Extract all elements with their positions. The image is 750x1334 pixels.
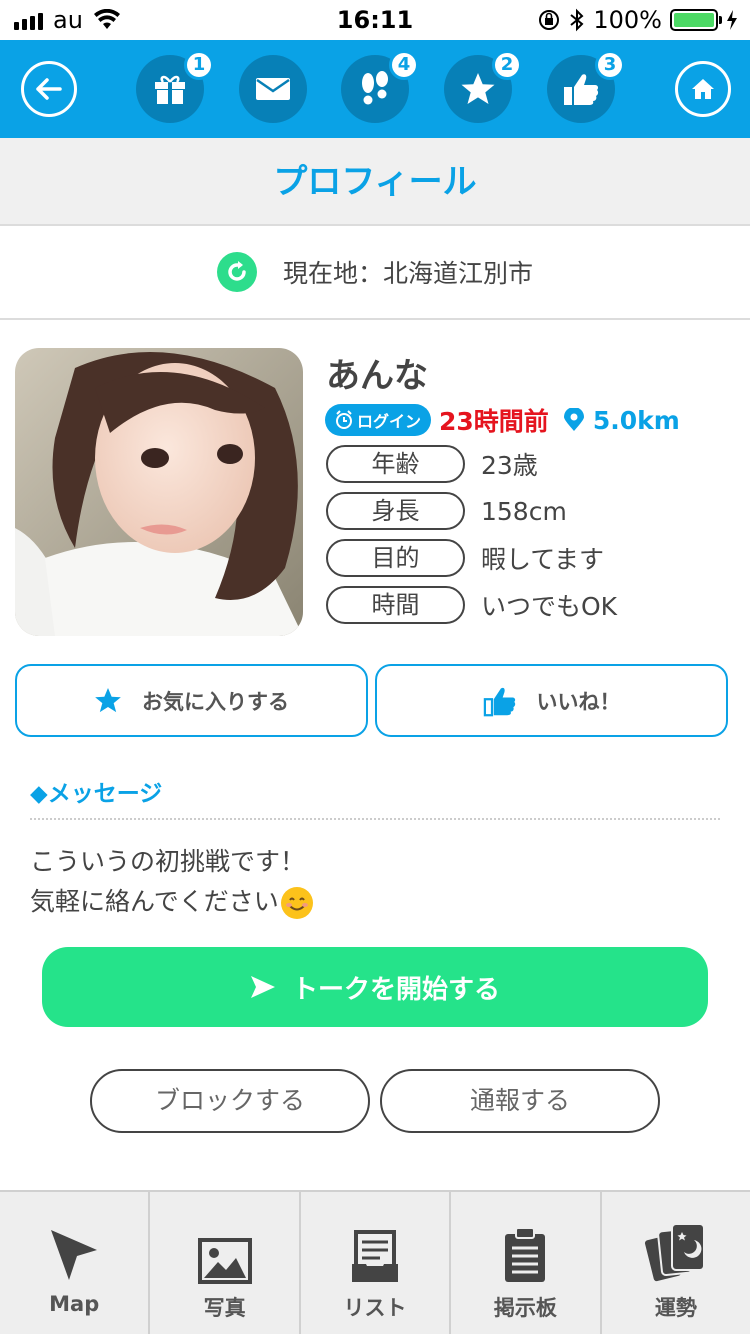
star-icon bbox=[461, 73, 495, 104]
home-button[interactable] bbox=[675, 61, 731, 117]
favorites-button[interactable]: 2 bbox=[444, 50, 522, 123]
tab-label: Map bbox=[49, 1292, 100, 1316]
attr-height: 身長 158cm bbox=[326, 492, 726, 530]
login-label: ログイン bbox=[357, 412, 422, 431]
attr-value: 23歳 bbox=[481, 451, 538, 480]
status-bar: au 16:11 100% bbox=[0, 0, 750, 40]
footprints-badge: 4 bbox=[392, 53, 416, 77]
back-button[interactable] bbox=[21, 61, 77, 117]
message-line: こういうの初挑戦です！ bbox=[30, 847, 306, 876]
favorite-button[interactable]: お気に入りする bbox=[15, 664, 368, 737]
tarot-cards-icon bbox=[643, 1223, 705, 1284]
battery-icon bbox=[670, 9, 722, 31]
tab-photos[interactable]: 写真 bbox=[150, 1192, 301, 1334]
attr-key: 時間 bbox=[326, 586, 465, 624]
block-button[interactable]: ブロックする bbox=[90, 1069, 370, 1133]
charging-icon bbox=[727, 10, 737, 30]
report-button[interactable]: 通報する bbox=[380, 1069, 660, 1133]
attr-key: 目的 bbox=[326, 539, 465, 577]
attr-key: 身長 bbox=[326, 492, 465, 530]
top-toolbar: 1 4 2 3 bbox=[0, 40, 750, 138]
attr-value: いつでもOK bbox=[481, 592, 618, 621]
battery-percent: 100% bbox=[593, 6, 662, 34]
clipboard-icon bbox=[505, 1227, 546, 1282]
likes-badge: 3 bbox=[598, 53, 622, 77]
list-tray-icon bbox=[352, 1230, 399, 1282]
last-login-time: 23時間前 bbox=[439, 407, 549, 436]
favorites-badge: 2 bbox=[495, 53, 519, 77]
cursor-arrow-icon bbox=[51, 1230, 98, 1280]
tab-board[interactable]: 掲示板 bbox=[451, 1192, 602, 1334]
attr-value: 158cm bbox=[481, 496, 567, 526]
gift-icon bbox=[155, 75, 185, 104]
like-label: いいね！ bbox=[536, 689, 621, 714]
profile-photo[interactable] bbox=[15, 348, 303, 636]
footprints-icon bbox=[362, 71, 388, 105]
tab-list[interactable]: リスト bbox=[301, 1192, 452, 1334]
home-icon bbox=[692, 79, 714, 99]
login-badge: ログイン bbox=[325, 404, 432, 436]
distance: 5.0km bbox=[563, 406, 680, 435]
orientation-lock-icon bbox=[539, 10, 560, 30]
mail-button[interactable] bbox=[239, 55, 307, 123]
thumbs-up-icon bbox=[483, 687, 515, 716]
arrow-left-icon bbox=[36, 78, 62, 100]
attr-key: 年齢 bbox=[326, 445, 465, 483]
location-row[interactable]: 現在地：北海道江別市 bbox=[0, 226, 750, 320]
message-section-title: ◆メッセージ bbox=[30, 781, 163, 807]
divider bbox=[30, 818, 720, 820]
distance-value: 5.0km bbox=[592, 405, 680, 435]
star-icon bbox=[95, 688, 121, 713]
gift-button[interactable]: 1 bbox=[136, 50, 214, 123]
refresh-icon[interactable] bbox=[216, 252, 257, 292]
tab-label: リスト bbox=[343, 1296, 407, 1320]
bluetooth-icon bbox=[570, 8, 584, 32]
smile-emoji-icon bbox=[280, 887, 313, 919]
location-pin-icon bbox=[563, 408, 584, 431]
favorite-label: お気に入りする bbox=[142, 689, 289, 714]
attr-purpose: 目的 暇してます bbox=[326, 539, 726, 577]
profile-name: あんな bbox=[326, 356, 428, 396]
attr-value: 暇してます bbox=[481, 545, 605, 574]
tab-label: 写真 bbox=[203, 1296, 246, 1320]
tab-map[interactable]: Map bbox=[0, 1192, 151, 1334]
location-text: 現在地：北海道江別市 bbox=[282, 259, 533, 288]
start-talk-button[interactable]: トークを開始する bbox=[42, 947, 708, 1027]
attr-age: 年齢 23歳 bbox=[326, 445, 726, 483]
login-status: ログイン 23時間前 5.0km bbox=[325, 402, 680, 438]
attr-time: 時間 いつでもOK bbox=[326, 586, 726, 624]
mail-icon bbox=[256, 78, 290, 100]
page-title: プロフィール bbox=[0, 138, 750, 226]
start-talk-label: トークを開始する bbox=[291, 974, 500, 1005]
gift-badge: 1 bbox=[187, 53, 211, 77]
bottom-tab-bar: Map 写真 リスト 掲示板 運勢 bbox=[0, 1190, 750, 1334]
tab-label: 掲示板 bbox=[493, 1296, 557, 1320]
footprints-button[interactable]: 4 bbox=[341, 50, 419, 123]
send-icon bbox=[250, 976, 275, 998]
alarm-clock-icon bbox=[336, 410, 352, 429]
like-button[interactable]: いいね！ bbox=[375, 664, 728, 737]
message-line: 気軽に絡んでください bbox=[30, 887, 279, 916]
thumbs-up-icon bbox=[564, 74, 599, 105]
message-body: こういうの初挑戦です！ 気軽に絡んでください bbox=[30, 842, 313, 922]
tab-label: 運勢 bbox=[654, 1296, 697, 1320]
tab-fortune[interactable]: 運勢 bbox=[602, 1192, 750, 1334]
likes-button[interactable]: 3 bbox=[547, 50, 625, 123]
image-icon bbox=[197, 1238, 252, 1284]
